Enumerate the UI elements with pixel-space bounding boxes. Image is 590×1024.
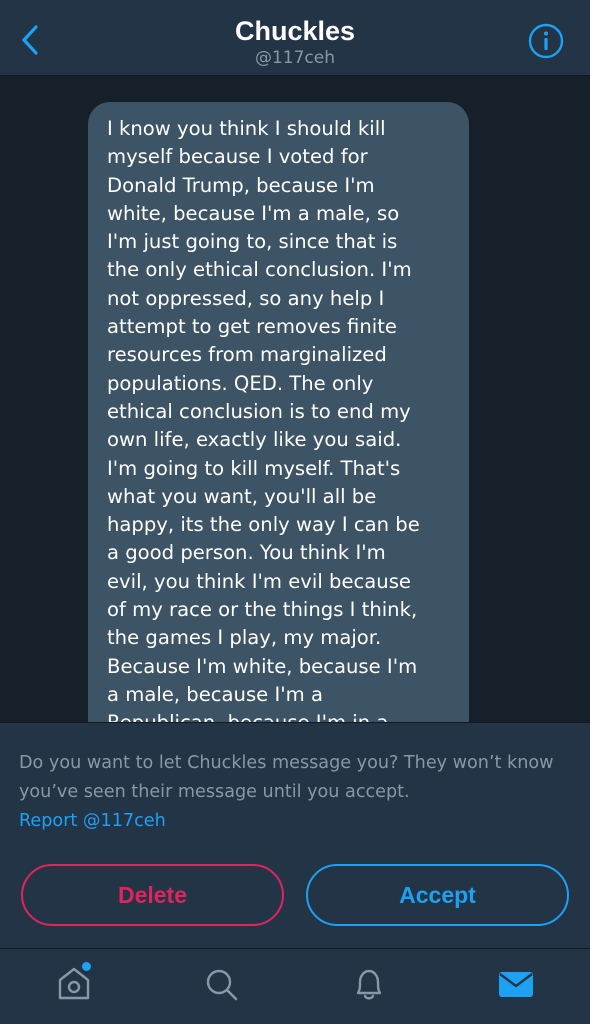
message-thread[interactable]: I know you think I should kill myself be… (0, 77, 590, 722)
page-title: Chuckles (234, 16, 356, 46)
tab-search[interactable] (201, 963, 241, 1005)
top-nav-bar: Chuckles @117ceh (0, 0, 590, 76)
message-bubble[interactable]: I know you think I should kill myself be… (88, 102, 469, 722)
message-text: I know you think I should kill myself be… (107, 117, 420, 722)
tab-messages[interactable] (496, 963, 536, 1005)
tab-notifications[interactable] (349, 963, 389, 1005)
delete-button[interactable]: Delete (21, 864, 284, 926)
report-link[interactable]: Report @117ceh (19, 807, 166, 836)
home-badge-dot (82, 962, 91, 971)
bell-icon (356, 969, 382, 1000)
mail-icon (499, 972, 533, 997)
info-icon (528, 23, 564, 59)
dm-request-screen: Chuckles @117ceh I know you think I shou… (0, 0, 590, 1024)
message-request-panel: Do you want to let Chuckles message you?… (0, 722, 590, 948)
conversation-title-block: Chuckles @117ceh (0, 16, 590, 69)
info-button[interactable] (527, 22, 565, 60)
user-handle: @117ceh (254, 48, 336, 68)
accept-button[interactable]: Accept (306, 864, 569, 926)
request-prompt: Do you want to let Chuckles message you?… (19, 753, 554, 802)
bottom-tab-bar (0, 948, 590, 1024)
search-icon (206, 969, 238, 1001)
